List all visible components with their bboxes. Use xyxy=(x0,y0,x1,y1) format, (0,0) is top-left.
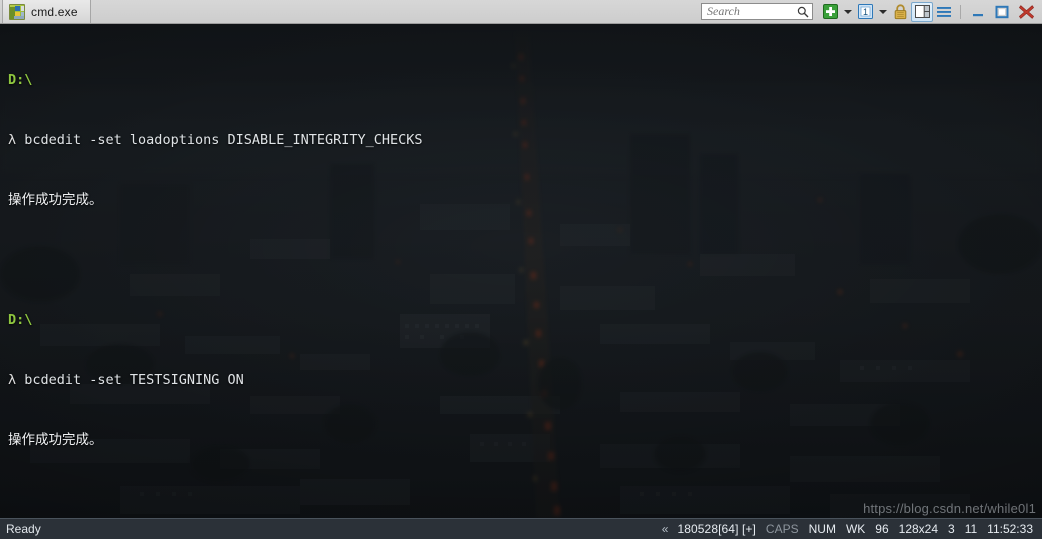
menu-button[interactable] xyxy=(933,2,955,22)
maximize-button[interactable] xyxy=(990,1,1014,23)
search-icon xyxy=(797,6,809,18)
status-expand-chevron-icon[interactable]: « xyxy=(656,522,673,536)
split-panel-icon xyxy=(914,5,930,18)
titlebar-drag-area[interactable] xyxy=(91,0,701,23)
chevron-down-icon xyxy=(878,9,887,14)
toolbar: 1 xyxy=(701,0,1042,23)
console-line-prompt-2: D:\ xyxy=(8,310,1042,330)
prompt-path: D:\ xyxy=(8,72,33,88)
output-text: 操作成功完成。 xyxy=(8,432,103,448)
titlebar: cmd.exe Search 1 xyxy=(0,0,1042,24)
lambda-prompt-icon: λ xyxy=(8,132,17,148)
console-window: cmd.exe Search 1 D:\ λ bcdedit -set load… xyxy=(0,0,1042,539)
console-line-command-1: λ bcdedit -set loadoptions DISABLE_INTEG… xyxy=(8,130,1042,150)
minimize-icon xyxy=(973,13,983,16)
tab-cmd-exe[interactable]: cmd.exe xyxy=(2,0,91,23)
minimize-button[interactable] xyxy=(966,1,990,23)
console-line-output-2: 操作成功完成。 xyxy=(8,430,1042,450)
new-tab-button[interactable] xyxy=(819,2,841,22)
switch-tab-button[interactable]: 1 xyxy=(854,2,876,22)
tab-strip: cmd.exe xyxy=(0,0,91,23)
status-buffer-size: 128x24 xyxy=(898,522,939,536)
elevate-button[interactable] xyxy=(889,2,911,22)
command-text: bcdedit -set loadoptions DISABLE_INTEGRI… xyxy=(16,132,423,148)
console-line-blank-1 xyxy=(8,250,1042,270)
status-cursor-row: 11 xyxy=(964,522,978,536)
console-line-prompt-1: D:\ xyxy=(8,70,1042,90)
terminal-surface[interactable]: D:\ λ bcdedit -set loadoptions DISABLE_I… xyxy=(0,24,1042,518)
status-wrap-indicator: WK xyxy=(845,522,866,536)
status-ready-label: Ready xyxy=(6,522,41,536)
command-text: bcdedit -set TESTSIGNING ON xyxy=(16,372,244,388)
toggle-panel-button[interactable] xyxy=(911,1,933,22)
console-line-blank-2 xyxy=(8,490,1042,510)
statusbar: Ready « 180528[64] [+] CAPS NUM WK 96 12… xyxy=(0,518,1042,539)
output-text: 操作成功完成。 xyxy=(8,192,103,208)
search-box[interactable] xyxy=(701,3,813,20)
tab-label: cmd.exe xyxy=(31,4,78,19)
maximize-icon xyxy=(995,5,1009,18)
console-line-output-1: 操作成功完成。 xyxy=(8,190,1042,210)
numbered-tab-icon: 1 xyxy=(857,4,873,19)
status-caps-indicator: CAPS xyxy=(765,522,799,536)
search-input[interactable] xyxy=(702,4,812,19)
status-cursor-column: 3 xyxy=(948,522,955,536)
status-num-indicator: NUM xyxy=(808,522,836,536)
console-line-command-2: λ bcdedit -set TESTSIGNING ON xyxy=(8,370,1042,390)
console-output[interactable]: D:\ λ bcdedit -set loadoptions DISABLE_I… xyxy=(8,30,1042,518)
prompt-path: D:\ xyxy=(8,312,33,328)
cmd-window-icon xyxy=(9,3,25,20)
chevron-down-icon xyxy=(843,9,852,14)
padlock-icon xyxy=(894,3,906,19)
svg-text:1: 1 xyxy=(862,7,867,17)
green-plus-icon xyxy=(822,4,838,19)
status-clock: 11:52:33 xyxy=(987,522,1033,536)
switch-tab-dropdown[interactable] xyxy=(876,2,889,22)
status-build-version: 180528[64] [+] xyxy=(677,522,756,536)
lambda-prompt-icon: λ xyxy=(8,372,17,388)
hamburger-menu-icon xyxy=(937,6,951,17)
close-x-icon xyxy=(1018,4,1034,19)
new-tab-dropdown[interactable] xyxy=(841,2,854,22)
status-codepage: 96 xyxy=(875,522,889,536)
close-button[interactable] xyxy=(1014,1,1038,23)
toolbar-separator xyxy=(960,4,961,19)
statusbar-right-group: « 180528[64] [+] CAPS NUM WK 96 128x24 3… xyxy=(656,522,1042,536)
